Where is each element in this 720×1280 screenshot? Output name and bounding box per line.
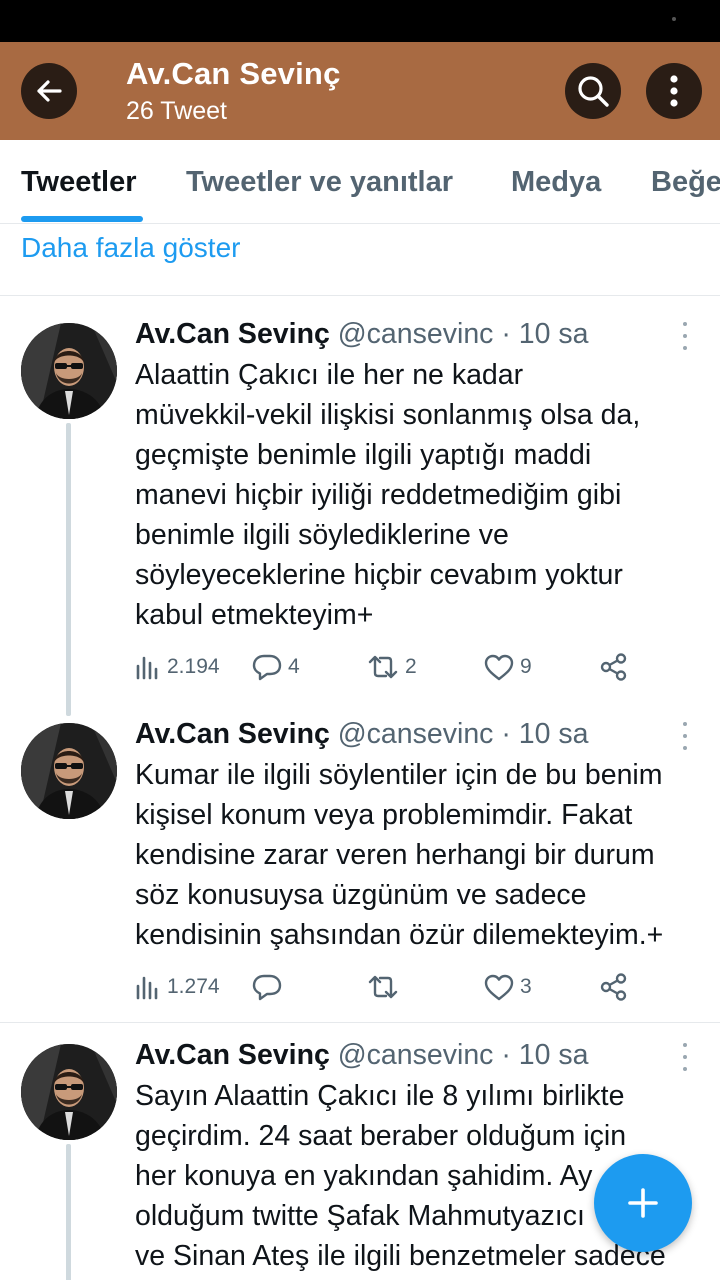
- tweet-time: 10 sa: [518, 318, 589, 350]
- show-more-row[interactable]: Daha fazla göster: [0, 224, 720, 296]
- profile-header: Av.Can Sevinç 26 Tweet: [0, 42, 720, 140]
- author-name[interactable]: Av.Can Sevinç: [135, 318, 330, 350]
- tweet-text-line: Kumar ile ilgili söylentiler için de bu …: [135, 759, 663, 791]
- active-tab-indicator: [21, 216, 143, 222]
- reply-count: 4: [288, 655, 300, 678]
- bar-chart-icon: [136, 656, 158, 680]
- tweet-text-line: söyleyeceklerine hiçbir cevabım yoktur: [135, 559, 623, 591]
- reply-button[interactable]: 4: [252, 647, 300, 687]
- tweet-header: Av.Can Sevinç @cansevinc · 10 sa: [135, 1039, 588, 1072]
- tweet-text: Alaattin Çakıcı ile her ne kadar müvekki…: [135, 355, 710, 635]
- retweet-icon: [368, 655, 398, 679]
- back-button[interactable]: [21, 63, 77, 119]
- search-icon: [578, 76, 609, 107]
- tab-tweets-and-replies[interactable]: Tweetler ve yanıtlar: [186, 166, 453, 199]
- profile-photo-icon: [21, 323, 117, 419]
- show-more-link[interactable]: Daha fazla göster: [21, 232, 240, 264]
- heart-icon: [484, 654, 514, 680]
- tweet-text: Kumar ile ilgili söylentiler için de bu …: [135, 755, 710, 955]
- arrow-left-icon: [37, 80, 62, 102]
- tweet[interactable]: Av.Can Sevinç @cansevinc · 10 sa Kumar i…: [0, 716, 720, 1022]
- tab-media[interactable]: Medya: [511, 166, 601, 199]
- tweet-header: Av.Can Sevinç @cansevinc · 10 sa: [135, 718, 588, 751]
- tweet-text-line: söz konusuysa üzgünüm ve sadece: [135, 879, 587, 911]
- profile-name-title: Av.Can Sevinç: [126, 56, 341, 91]
- profile-photo-icon: [21, 1044, 117, 1140]
- share-icon: [600, 973, 627, 1001]
- search-button[interactable]: [565, 63, 621, 119]
- speech-bubble-icon: [252, 654, 282, 681]
- tweet-actions: 2.194 4 2 9: [135, 647, 635, 687]
- compose-tweet-button[interactable]: [594, 1154, 692, 1252]
- tweet-time: 10 sa: [518, 1039, 589, 1071]
- tab-likes[interactable]: Beğe: [651, 166, 720, 199]
- avatar[interactable]: [21, 323, 117, 419]
- retweet-icon: [368, 975, 398, 999]
- retweet-count: 2: [405, 655, 417, 678]
- plus-icon: [628, 1188, 658, 1218]
- retweet-button[interactable]: 2: [367, 647, 417, 687]
- tweet-text-line: kişisel konum veya problemimdir. Fakat: [135, 799, 633, 831]
- share-button[interactable]: [599, 647, 629, 687]
- thread-connector: [66, 1144, 71, 1280]
- tweet-actions: 1.274 3: [135, 967, 635, 1007]
- thread-connector: [66, 423, 71, 716]
- like-button[interactable]: 9: [484, 647, 532, 687]
- tweet-text-line: geçmişte benimle ilgili yaptığı maddi: [135, 439, 592, 471]
- tweet-text-line: kabul etmekteyim+: [135, 599, 374, 631]
- retweet-button[interactable]: [367, 967, 405, 1007]
- reply-button[interactable]: [252, 967, 288, 1007]
- tweet-text-line: manevi hiçbir iyiliği reddetmediğim gibi: [135, 479, 622, 511]
- heart-icon: [484, 974, 514, 1000]
- author-handle: @cansevinc: [337, 718, 494, 750]
- author-name[interactable]: Av.Can Sevinç: [135, 1039, 330, 1071]
- author-handle: @cansevinc: [337, 1039, 494, 1071]
- tweet-time: 10 sa: [518, 718, 589, 750]
- tab-tweets[interactable]: Tweetler: [21, 166, 137, 199]
- profile-tabs: Tweetler Tweetler ve yanıtlar Medya Beğe: [0, 140, 720, 224]
- tweet[interactable]: Av.Can Sevinç @cansevinc · 10 sa Alaatti…: [0, 296, 720, 716]
- avatar[interactable]: [21, 1044, 117, 1140]
- like-count: 9: [520, 655, 532, 678]
- meta-separator: ·: [493, 1039, 519, 1071]
- tweet-text-line: Alaattin Çakıcı ile her ne kadar: [135, 359, 524, 391]
- views-button[interactable]: 1.274: [135, 967, 220, 1007]
- share-button[interactable]: [599, 967, 629, 1007]
- bar-chart-icon: [136, 976, 158, 1000]
- tweet-text-line: Sayın Alaattin Çakıcı ile 8 yılımı birli…: [135, 1080, 625, 1112]
- views-button[interactable]: 2.194: [135, 647, 220, 687]
- status-indicator-icon: [672, 17, 676, 21]
- tweet-text-line: kendisinin şahsından özür dilemekteyim.+: [135, 919, 664, 951]
- tweet-text-line: kendisine zarar veren herhangi bir durum: [135, 839, 655, 871]
- views-count: 1.274: [167, 975, 220, 998]
- meta-separator: ·: [493, 318, 519, 350]
- tweet-count: 26 Tweet: [126, 97, 228, 125]
- profile-photo-icon: [21, 723, 117, 819]
- views-count: 2.194: [167, 655, 220, 678]
- speech-bubble-icon: [252, 974, 282, 1001]
- author-handle: @cansevinc: [337, 318, 494, 350]
- author-name[interactable]: Av.Can Sevinç: [135, 718, 330, 750]
- tweet-text-line: geçirdim. 24 saat beraber olduğum için: [135, 1120, 627, 1152]
- like-button[interactable]: 3: [484, 967, 532, 1007]
- tweet-menu-button[interactable]: [676, 722, 694, 750]
- more-options-button[interactable]: [646, 63, 702, 119]
- more-vertical-icon: [670, 75, 678, 107]
- meta-separator: ·: [493, 718, 519, 750]
- status-bar: [0, 0, 720, 42]
- like-count: 3: [520, 975, 532, 998]
- avatar[interactable]: [21, 723, 117, 819]
- tweet-menu-button[interactable]: [676, 1043, 694, 1071]
- tweet-menu-button[interactable]: [676, 322, 694, 350]
- tweet-header: Av.Can Sevinç @cansevinc · 10 sa: [135, 318, 588, 351]
- tweet-text-line: müvekkil-vekil ilişkisi sonlanmış olsa d…: [135, 399, 641, 431]
- tweet-text-line: benimle ilgili söylediklerine ve: [135, 519, 509, 551]
- share-icon: [600, 653, 627, 681]
